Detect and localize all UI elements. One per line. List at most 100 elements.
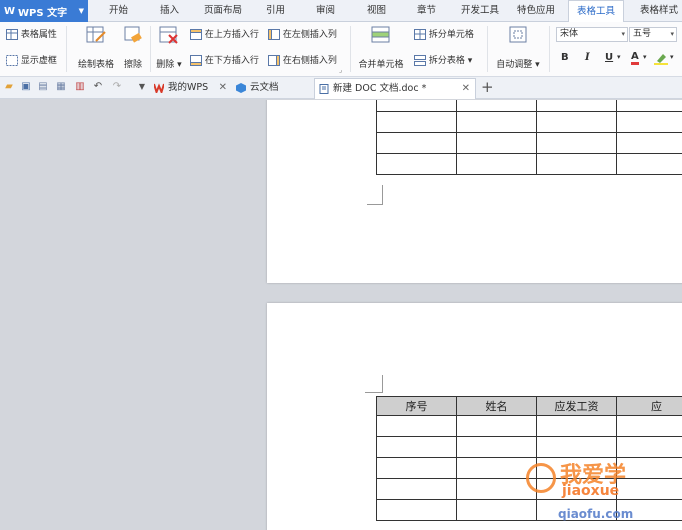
header-cell-partial[interactable]: 应 — [616, 396, 682, 416]
show-gridlines-button[interactable]: 显示虚框 — [6, 53, 57, 66]
table-cell[interactable] — [376, 457, 457, 479]
delete-button[interactable]: 删除 ▾ — [154, 25, 184, 73]
app-name: WPS 文字 — [18, 7, 68, 19]
italic-button[interactable]: I — [585, 52, 590, 63]
table-cell[interactable] — [456, 153, 537, 175]
table-row[interactable] — [376, 415, 682, 437]
tab-my-wps[interactable]: 我的WPS ✕ — [150, 78, 232, 99]
table-cell[interactable] — [376, 415, 457, 437]
chevron-down-icon[interactable]: ▼ — [136, 81, 148, 93]
redo-icon[interactable]: ↷ — [111, 81, 123, 93]
tab-references[interactable]: 引用 — [266, 0, 285, 22]
close-icon[interactable]: ✕ — [219, 78, 227, 98]
table-cell[interactable] — [536, 111, 617, 133]
font-size-select[interactable]: 五号 ▾ — [629, 27, 677, 42]
page-1[interactable] — [267, 100, 682, 283]
tab-chapter[interactable]: 章节 — [417, 0, 436, 22]
gridlines-icon — [6, 55, 18, 66]
header-cell-index[interactable]: 序号 — [376, 396, 457, 416]
chevron-down-icon[interactable]: ▾ — [643, 53, 647, 61]
watermark: 我爱学 jiaoxue qiaofu.com — [520, 455, 682, 530]
split-table-icon — [414, 55, 426, 66]
tab-page-layout[interactable]: 页面布局 — [204, 0, 242, 22]
format-painter-icon[interactable]: ▥ — [74, 81, 86, 93]
table-cell[interactable] — [536, 132, 617, 154]
table-cell[interactable] — [376, 478, 457, 500]
tab-view[interactable]: 视图 — [367, 0, 386, 22]
print-preview-icon[interactable]: ▤ — [37, 81, 49, 93]
insert-row-below-button[interactable]: 在下方插入行 — [190, 53, 259, 66]
undo-icon[interactable]: ↶ — [92, 81, 104, 93]
insert-col-left-button[interactable]: 在左侧插入列 — [268, 27, 337, 40]
bold-button[interactable]: B — [561, 52, 569, 63]
close-icon[interactable]: ✕ — [462, 79, 470, 99]
table-header-row[interactable]: 序号 姓名 应发工资 应 — [376, 396, 682, 416]
app-menu-button[interactable]: W WPS 文字 ▼ — [0, 0, 88, 22]
erase-button[interactable]: 擦除 — [121, 25, 145, 73]
table-cell[interactable] — [616, 100, 682, 112]
tab-special[interactable]: 特色应用 — [517, 0, 555, 22]
insert-row-above-button[interactable]: 在上方插入行 — [190, 27, 259, 40]
header-cell-name[interactable]: 姓名 — [456, 396, 537, 416]
highlight-icon[interactable] — [654, 52, 668, 65]
save-icon[interactable]: ▣ — [20, 81, 32, 93]
table-cell[interactable] — [376, 153, 457, 175]
split-cells-button[interactable]: 拆分单元格 — [414, 27, 474, 40]
chevron-down-icon[interactable]: ▾ — [617, 53, 621, 61]
table-cell[interactable] — [456, 132, 537, 154]
tab-start[interactable]: 开始 — [109, 0, 128, 22]
tab-developer[interactable]: 开发工具 — [461, 0, 499, 22]
new-tab-button[interactable]: + — [481, 78, 494, 96]
watermark-logo-icon — [526, 463, 556, 493]
divider — [549, 26, 550, 72]
table-cell[interactable] — [456, 111, 537, 133]
table-cell[interactable] — [376, 499, 457, 521]
table-cell[interactable] — [616, 153, 682, 175]
underline-button[interactable]: U — [605, 52, 613, 63]
table-cell[interactable] — [616, 132, 682, 154]
chevron-down-icon: ▾ — [670, 30, 674, 38]
divider — [150, 26, 151, 72]
merge-cells-button[interactable]: 合并单元格 — [356, 25, 406, 73]
chevron-down-icon[interactable]: ▾ — [670, 53, 674, 61]
table-properties-button[interactable]: 表格属性 — [6, 27, 57, 40]
font-color-button[interactable]: A — [631, 51, 639, 65]
tab-table-style[interactable]: 表格样式 — [640, 0, 678, 22]
table-cell[interactable] — [536, 100, 617, 112]
table-row[interactable] — [376, 153, 682, 175]
font-name-select[interactable]: 宋体 ▾ — [556, 27, 628, 42]
insert-col-right-button[interactable]: 在右侧插入列 — [268, 53, 337, 66]
table-cell[interactable] — [376, 436, 457, 458]
table-cell[interactable] — [376, 111, 457, 133]
split-table-button[interactable]: 拆分表格 ▾ — [414, 53, 472, 66]
table-cell[interactable] — [456, 100, 537, 112]
tab-insert[interactable]: 插入 — [160, 0, 179, 22]
dialog-launcher-icon[interactable]: ⌟ — [339, 66, 342, 74]
header-cell-salary[interactable]: 应发工资 — [536, 396, 617, 416]
tab-cloud-docs[interactable]: 云文档 — [232, 78, 314, 99]
auto-fit-icon — [509, 26, 527, 43]
table-cell[interactable] — [376, 132, 457, 154]
table-cell[interactable] — [536, 415, 617, 437]
tab-table-tools[interactable]: 表格工具 — [568, 0, 625, 22]
table-properties-icon — [6, 29, 18, 40]
table-cell[interactable] — [456, 415, 537, 437]
print-icon[interactable]: ▦ — [55, 81, 67, 93]
tab-review[interactable]: 审阅 — [316, 0, 335, 22]
table-row[interactable] — [376, 100, 682, 112]
table-cell[interactable] — [616, 111, 682, 133]
insert-left-icon — [268, 29, 280, 40]
table-cell[interactable] — [376, 100, 457, 112]
tab-new-doc[interactable]: 新建 DOC 文档.doc * ✕ — [314, 78, 476, 99]
table-cell[interactable] — [616, 415, 682, 437]
auto-fit-button[interactable]: 自动调整 ▾ — [492, 25, 544, 73]
open-folder-icon[interactable]: ▰ — [3, 81, 15, 93]
table-row[interactable] — [376, 111, 682, 133]
page-corner-mark — [365, 375, 383, 393]
table-cell[interactable] — [536, 153, 617, 175]
table-top[interactable] — [376, 100, 682, 175]
insert-right-icon — [268, 55, 280, 66]
table-row[interactable] — [376, 132, 682, 154]
draw-table-button[interactable]: 绘制表格 — [75, 25, 117, 73]
document-tab-bar: ▰ ▣ ▤ ▦ ▥ ↶ ↷ ▼ 我的WPS ✕ 云文档 新建 DOC 文档.do… — [0, 77, 682, 99]
